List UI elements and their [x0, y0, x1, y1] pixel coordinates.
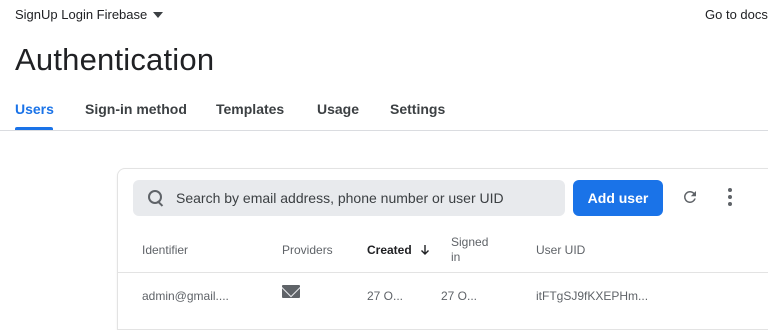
users-card: Add user Identifier Providers Created Si… [117, 168, 768, 330]
tab-templates[interactable]: Templates [216, 101, 284, 117]
created-label: Created [367, 243, 412, 257]
add-user-button[interactable]: Add user [573, 180, 663, 216]
cell-created: 27 O... [367, 289, 404, 303]
cell-user-uid: itFTgSJ9fKXEPHm... [536, 289, 649, 303]
tab-bar: Users Sign-in method Templates Usage Set… [0, 96, 768, 131]
cell-signed-in: 27 O... [441, 289, 478, 303]
column-header-user-uid: User UID [536, 243, 586, 257]
cell-identifier: admin@gmail.... [142, 289, 229, 303]
search-input[interactable] [176, 190, 556, 206]
signed-in-line-2: in [451, 250, 461, 264]
search-box[interactable] [133, 180, 565, 216]
column-header-providers: Providers [282, 243, 333, 257]
tab-settings[interactable]: Settings [390, 101, 445, 117]
tab-users[interactable]: Users [15, 101, 54, 117]
refresh-icon[interactable] [681, 188, 699, 206]
column-header-created[interactable]: Created [367, 243, 430, 257]
page-title: Authentication [15, 42, 215, 77]
arrow-down-icon [420, 245, 429, 255]
column-header-identifier: Identifier [142, 243, 189, 257]
signed-in-line-1: Signed [451, 235, 489, 249]
mail-icon [282, 285, 300, 298]
header-divider [118, 272, 768, 273]
go-to-docs-link[interactable]: Go to docs [705, 7, 768, 22]
top-bar: SignUp Login Firebase Go to docs [0, 0, 768, 34]
caret-down-icon [153, 12, 164, 18]
column-header-signed-in: Signed in [451, 235, 488, 265]
search-icon [148, 190, 164, 207]
project-name: SignUp Login Firebase [15, 7, 148, 22]
project-selector[interactable]: SignUp Login Firebase [15, 7, 164, 22]
more-options-icon[interactable] [725, 188, 735, 206]
tab-sign-in-method[interactable]: Sign-in method [85, 101, 187, 117]
tab-usage[interactable]: Usage [317, 101, 359, 117]
active-tab-indicator [15, 127, 53, 130]
